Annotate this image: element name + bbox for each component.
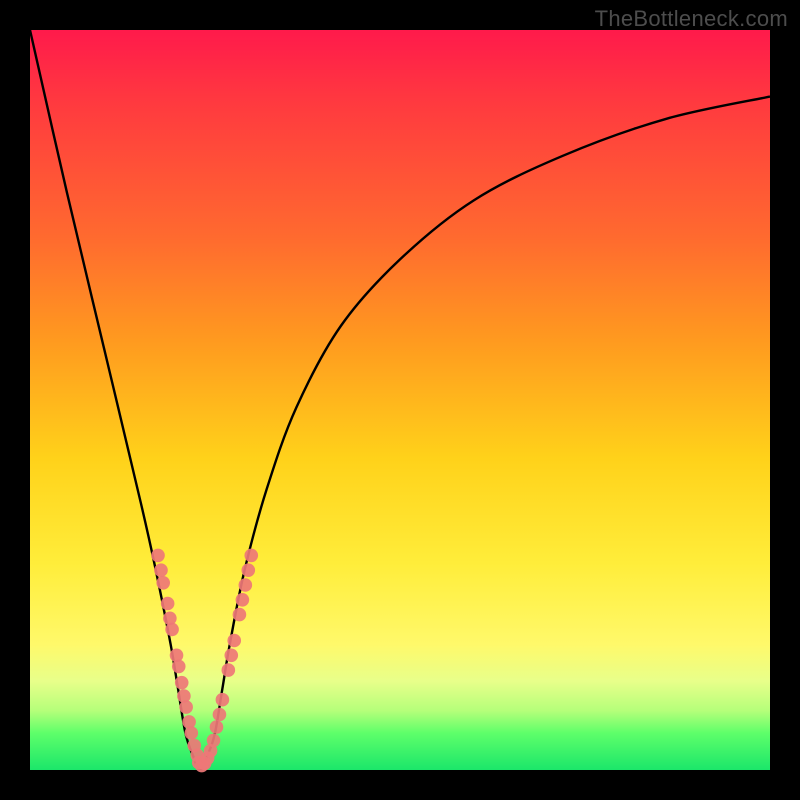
watermark-text: TheBottleneck.com <box>595 6 788 32</box>
data-point <box>172 660 186 674</box>
data-point <box>222 663 236 677</box>
curve-line <box>30 30 770 770</box>
data-point <box>227 634 241 648</box>
data-point <box>244 549 258 563</box>
data-point <box>236 593 250 607</box>
data-point <box>151 549 165 563</box>
data-point <box>165 623 179 637</box>
plot-area <box>30 30 770 770</box>
data-point <box>154 563 168 577</box>
data-point <box>210 720 224 734</box>
data-point <box>156 576 170 590</box>
data-point <box>161 597 175 611</box>
data-point <box>239 578 253 592</box>
data-point <box>185 726 199 740</box>
data-point <box>224 649 238 663</box>
data-point <box>207 734 221 748</box>
data-point <box>242 563 256 577</box>
bottleneck-curve <box>30 30 770 770</box>
data-point <box>216 693 230 707</box>
data-point <box>233 608 247 622</box>
chart-frame: TheBottleneck.com <box>0 0 800 800</box>
data-point <box>175 676 189 690</box>
data-point <box>213 708 227 722</box>
data-point <box>179 700 193 714</box>
